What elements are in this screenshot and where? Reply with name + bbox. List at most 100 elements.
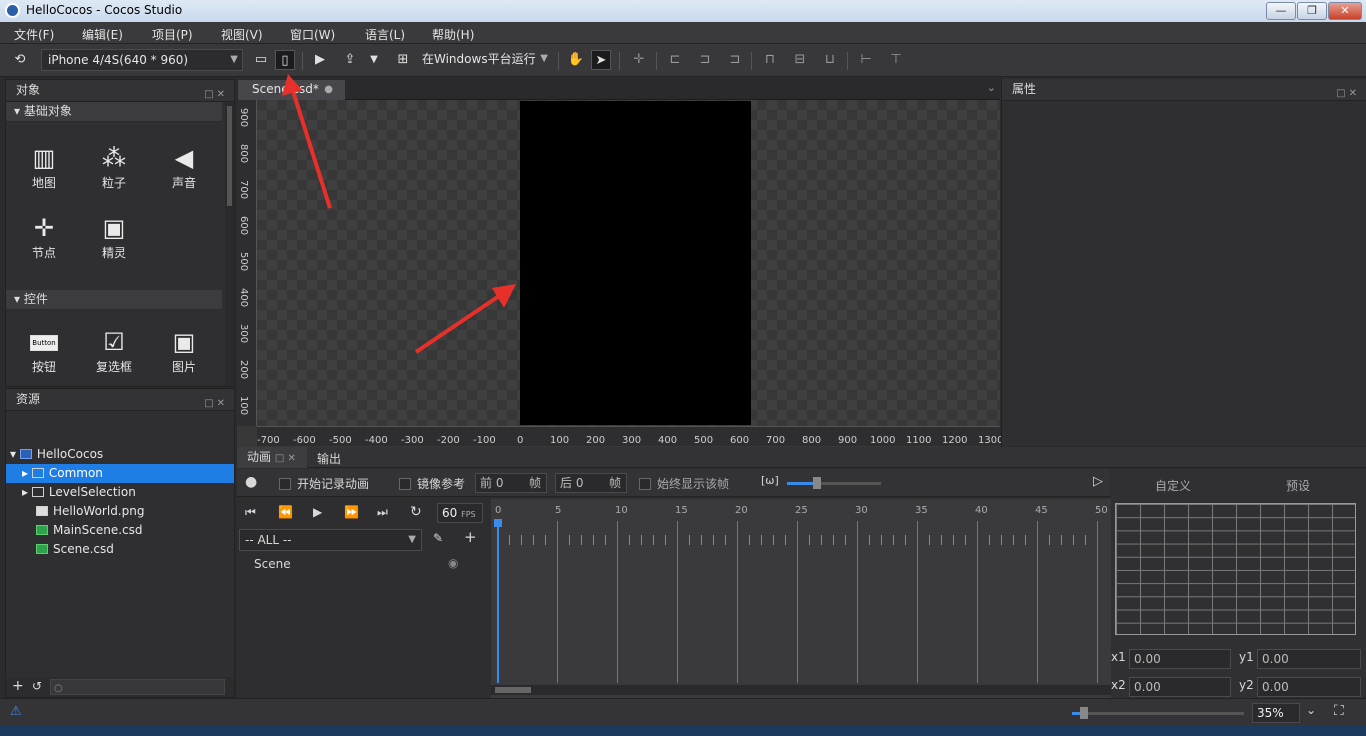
menu-language[interactable]: 语言(L): [365, 26, 405, 43]
x2-field[interactable]: 0.00: [1129, 677, 1231, 697]
first-frame-icon[interactable]: ⏮: [245, 505, 256, 520]
control-button[interactable]: Button 按钮: [14, 326, 74, 375]
align-middle-icon[interactable]: ⊟: [790, 50, 810, 70]
zoom-field[interactable]: 35%: [1252, 703, 1300, 723]
easing-curve-grid[interactable]: [1115, 503, 1356, 635]
objects-scrollbar[interactable]: [225, 102, 234, 386]
before-frames-field[interactable]: 前 0 帧: [475, 473, 547, 493]
landscape-icon[interactable]: ▭: [251, 50, 271, 70]
chevron-down-icon[interactable]: ⌄: [1306, 703, 1316, 717]
menu-help[interactable]: 帮助(H): [432, 26, 474, 43]
add-icon[interactable]: +: [12, 678, 24, 694]
tree-item-folder[interactable]: ▸ LevelSelection: [6, 483, 234, 502]
menu-project[interactable]: 项目(P): [152, 26, 193, 43]
after-frames-field[interactable]: 后 0 帧: [555, 473, 627, 493]
fit-screen-icon[interactable]: ⛶: [1334, 703, 1344, 719]
scrollbar-thumb[interactable]: [227, 106, 232, 206]
select-tool-icon[interactable]: ➤: [591, 50, 611, 70]
tab-custom[interactable]: 自定义: [1155, 477, 1191, 494]
play-range-icon[interactable]: ▷: [1093, 474, 1103, 489]
tab-preset[interactable]: 预设: [1286, 477, 1310, 494]
slider-thumb[interactable]: [1080, 707, 1088, 719]
run-target-select[interactable]: 在Windows平台运行 ▼: [416, 49, 552, 71]
record-checkbox[interactable]: 开始记录动画: [279, 475, 369, 492]
timeline-scrollbar[interactable]: [491, 685, 1111, 695]
slider-thumb[interactable]: [813, 477, 821, 489]
align-left-icon[interactable]: ⊏: [665, 50, 685, 70]
hand-tool-icon[interactable]: ✋: [566, 50, 586, 70]
checkbox[interactable]: [399, 478, 411, 490]
animation-filter-select[interactable]: -- ALL -- ▼: [239, 529, 422, 551]
rotate-device-icon[interactable]: ⟲: [10, 50, 30, 70]
close-button[interactable]: ✕: [1328, 2, 1362, 20]
resource-search-input[interactable]: ○: [50, 679, 225, 695]
animation-object-row[interactable]: Scene ◉: [237, 554, 485, 574]
center-icon[interactable]: ✛: [629, 50, 649, 70]
add-animation-icon[interactable]: ●: [245, 474, 257, 490]
distribute-horizontal-icon[interactable]: ⊢: [856, 50, 876, 70]
object-map[interactable]: ▥ 地图: [14, 142, 74, 191]
distribute-vertical-icon[interactable]: ⊤: [886, 50, 906, 70]
next-frame-icon[interactable]: ⏩: [344, 505, 359, 519]
object-sound[interactable]: ◀ 声音: [154, 142, 214, 191]
object-node[interactable]: ✛ 节点: [14, 212, 74, 261]
align-top-icon[interactable]: ⊓: [760, 50, 780, 70]
panel-controls-icon[interactable]: □ ✕: [275, 453, 296, 464]
prev-frame-icon[interactable]: ⏪: [278, 505, 293, 519]
object-sprite[interactable]: ▣ 精灵: [84, 212, 144, 261]
play-icon[interactable]: ▶: [310, 50, 330, 70]
menu-file[interactable]: 文件(F): [14, 26, 54, 43]
last-frame-icon[interactable]: ⏭: [377, 505, 388, 520]
zoom-slider[interactable]: [1072, 707, 1244, 719]
align-right-icon[interactable]: ⊐: [725, 50, 745, 70]
always-show-checkbox[interactable]: 始终显示该帧: [639, 475, 729, 492]
tree-item-project[interactable]: ▾ HelloCocos: [6, 445, 234, 464]
panel-controls-icon[interactable]: □✕: [1336, 83, 1360, 104]
windows-icon[interactable]: ⊞: [393, 50, 413, 70]
mirror-checkbox[interactable]: 镜像参考: [399, 475, 465, 492]
y1-field[interactable]: 0.00: [1257, 649, 1361, 669]
control-checkbox[interactable]: ☑ 复选框: [84, 326, 144, 375]
edit-icon[interactable]: ✎: [433, 531, 443, 545]
playhead[interactable]: [497, 521, 499, 683]
tree-item-file[interactable]: HelloWorld.png: [6, 502, 234, 521]
maximize-button[interactable]: ❐: [1297, 2, 1327, 20]
publish-icon[interactable]: ⇪: [340, 50, 360, 70]
publish-menu-icon[interactable]: ▼: [364, 50, 384, 70]
refresh-icon[interactable]: ↺: [32, 679, 42, 693]
playhead-handle[interactable]: [494, 519, 502, 527]
tab-animation[interactable]: 动画 □ ✕: [237, 447, 307, 468]
fps-field[interactable]: 60 FPS: [437, 503, 483, 523]
eye-icon[interactable]: ◉: [448, 556, 458, 570]
device-select[interactable]: iPhone 4/4S(640 * 960) ▼: [41, 49, 243, 71]
portrait-icon[interactable]: ▯: [275, 50, 295, 70]
minimize-button[interactable]: —: [1266, 2, 1296, 20]
y2-field[interactable]: 0.00: [1257, 677, 1361, 697]
timeline[interactable]: 0 5 10 15 20 25 30 35 40 45 50: [491, 499, 1111, 698]
tree-item-file[interactable]: Scene.csd: [6, 540, 234, 559]
checkbox[interactable]: [639, 478, 651, 490]
control-image[interactable]: ▣ 图片: [154, 326, 214, 375]
checkbox[interactable]: [279, 478, 291, 490]
play-icon[interactable]: ▶: [313, 505, 322, 519]
object-particle[interactable]: ⁂ 粒子: [84, 142, 144, 191]
design-stage[interactable]: [520, 101, 751, 425]
x1-field[interactable]: 0.00: [1129, 649, 1231, 669]
controls-section[interactable]: ▾ 控件: [6, 290, 222, 310]
align-center-icon[interactable]: ⊐: [695, 50, 715, 70]
loop-icon[interactable]: ↻: [410, 504, 422, 520]
tab-output[interactable]: 输出: [317, 450, 341, 467]
tree-item-file[interactable]: MainScene.csd: [6, 521, 234, 540]
warning-icon[interactable]: ⚠: [10, 704, 22, 719]
menu-view[interactable]: 视图(V): [221, 26, 263, 43]
menu-window[interactable]: 窗口(W): [290, 26, 335, 43]
timeline-zoom-slider[interactable]: [787, 477, 881, 489]
timeline-zoom-icon[interactable]: [ω]: [761, 474, 779, 487]
scrollbar-thumb[interactable]: [495, 687, 531, 693]
chevron-down-icon[interactable]: ⌄: [987, 81, 996, 94]
align-bottom-icon[interactable]: ⊔: [820, 50, 840, 70]
menu-edit[interactable]: 编辑(E): [82, 26, 123, 43]
add-icon[interactable]: +: [464, 528, 477, 546]
basic-objects-section[interactable]: ▾ 基础对象: [6, 102, 222, 122]
tree-item-folder[interactable]: ▸ Common: [6, 464, 234, 483]
